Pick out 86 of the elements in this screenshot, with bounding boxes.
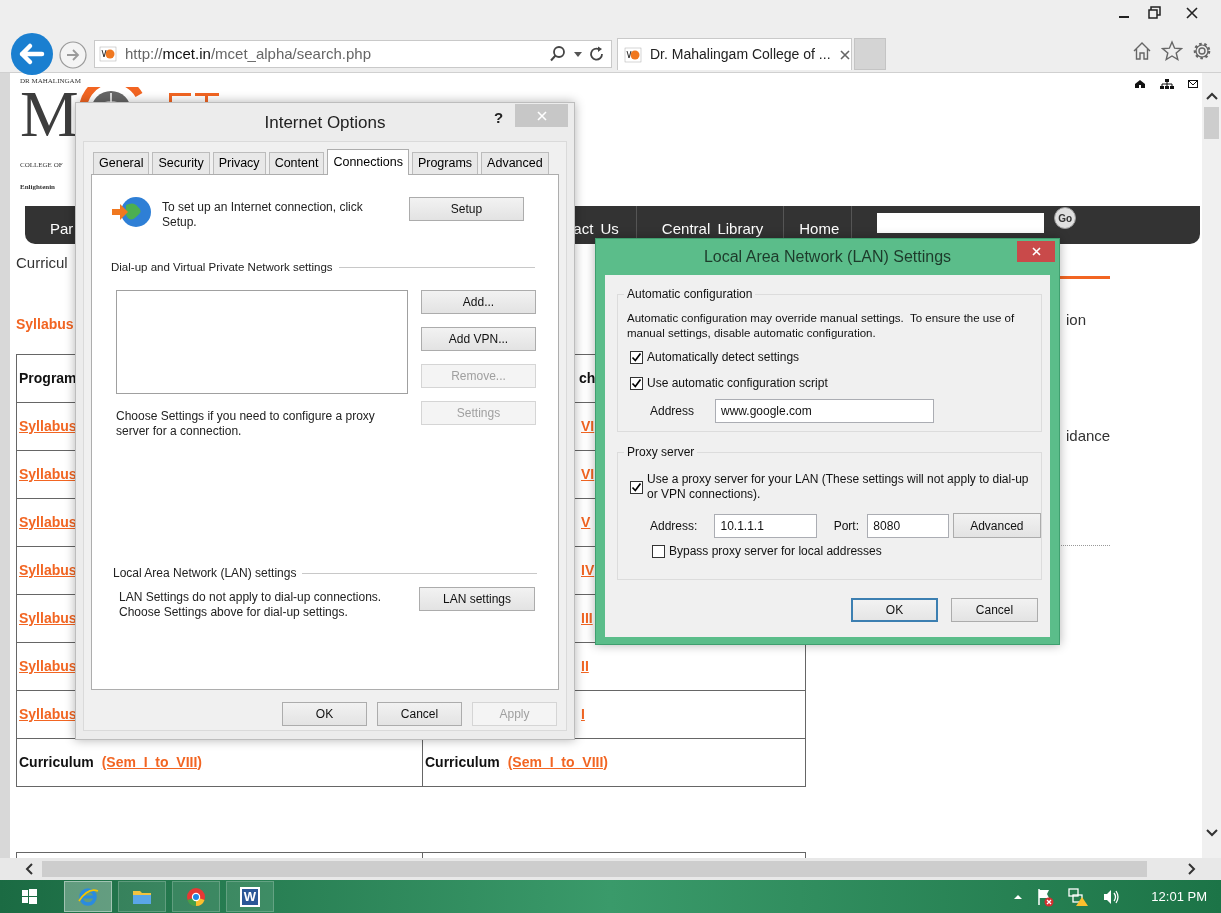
go-button[interactable]: Go: [1054, 207, 1077, 230]
horizontal-scrollbar[interactable]: [0, 858, 1221, 880]
sitemap-icon[interactable]: [1160, 79, 1174, 89]
back-button[interactable]: [10, 32, 54, 76]
section-heading: Dial-up and Virtual Private Network settings: [111, 260, 333, 275]
table-cell-text: Curriculum: [19, 753, 94, 772]
close-button[interactable]: [1017, 241, 1055, 262]
logo-letter: M: [20, 85, 79, 143]
refresh-icon[interactable]: [589, 45, 605, 63]
tab-title: Dr. Mahalingam College of ...: [650, 45, 831, 64]
checkbox[interactable]: [630, 377, 643, 390]
search-field[interactable]: [877, 213, 1045, 234]
taskbar-button[interactable]: [172, 881, 220, 912]
side-text: ion: [1066, 310, 1087, 327]
tab[interactable]: Security: [152, 152, 210, 174]
field-label: Address:: [650, 517, 699, 535]
dialup-button[interactable]: Add...: [421, 290, 536, 315]
scroll-thumb[interactable]: [42, 861, 1147, 877]
address-field[interactable]: www.google.com: [715, 399, 934, 423]
advanced-button[interactable]: Advanced: [952, 513, 1041, 538]
tab[interactable]: Content: [268, 152, 325, 174]
dialog-button[interactable]: OK: [282, 702, 367, 726]
section-heading: Local Area Network (LAN) settings: [113, 565, 297, 583]
home-icon[interactable]: [1134, 79, 1146, 89]
address-field[interactable]: 10.1.1.1: [714, 513, 817, 538]
star-icon[interactable]: [1161, 40, 1183, 62]
close-tab-icon[interactable]: [838, 48, 851, 61]
group-label: Proxy server: [624, 444, 698, 460]
tab[interactable]: Connections: [327, 149, 409, 175]
dialog-title: Internet Options: [264, 112, 386, 135]
dialog-button[interactable]: Cancel: [951, 598, 1038, 622]
checkbox[interactable]: [630, 351, 643, 364]
table-header: Program: [19, 369, 77, 388]
clock[interactable]: 12:01 PM: [1151, 886, 1207, 907]
checkbox-label: Use automatic configuration script: [647, 376, 828, 391]
scroll-thumb[interactable]: [1204, 107, 1219, 139]
tab[interactable]: Privacy: [212, 152, 266, 174]
scroll-down-icon[interactable]: [1204, 828, 1219, 838]
connection-list[interactable]: [116, 290, 408, 395]
dialog-button[interactable]: Cancel: [377, 702, 462, 726]
proxy-note: Choose Settings if you need to configure a proxy server for a connection.: [116, 409, 376, 440]
word-icon: W: [240, 886, 260, 907]
scroll-right-icon[interactable]: [1187, 862, 1197, 876]
group-label: Automatic configuration: [624, 286, 756, 302]
search-icon[interactable]: [549, 45, 567, 63]
side-text: idance: [1066, 426, 1111, 443]
checkbox-label: Use a proxy server for your LAN (These settings will not apply to dial-up or VPN connections).: [647, 472, 1030, 502]
setup-button[interactable]: Setup: [409, 197, 524, 221]
scroll-up-icon[interactable]: [1204, 91, 1219, 101]
scroll-left-icon[interactable]: [24, 862, 34, 876]
port-field[interactable]: 8080: [867, 513, 949, 538]
lan-settings-button[interactable]: LAN settings: [419, 587, 535, 612]
lan-note: LAN Settings do not apply to dial-up connections. Choose Settings above for dial-up settings.: [119, 590, 383, 621]
forward-button[interactable]: [58, 40, 88, 70]
settings-icon[interactable]: [1191, 40, 1213, 62]
network-warning-icon[interactable]: [1067, 886, 1090, 907]
setup-text: To set up an Internet connection, click Setup.: [162, 200, 364, 230]
tab[interactable]: Programs: [411, 152, 479, 174]
checkbox-label: Bypass proxy server for local addresses: [669, 544, 882, 559]
table-cell-text: Curriculum: [425, 753, 500, 772]
tab[interactable]: Advanced: [481, 152, 549, 174]
taskbar-button[interactable]: [118, 881, 166, 912]
vertical-scrollbar[interactable]: [1202, 73, 1221, 858]
flag-alert-icon[interactable]: [1035, 886, 1056, 907]
section-heading: Curricul: [16, 253, 68, 272]
checkbox[interactable]: [652, 545, 665, 558]
close-icon: [1030, 246, 1042, 257]
taskbar-button[interactable]: W: [226, 881, 274, 912]
browser-tab[interactable]: Dr. Mahalingam College of ...: [617, 38, 852, 70]
checkbox-label: Automatically detect settings: [647, 350, 800, 365]
help-button[interactable]: ?: [494, 107, 504, 130]
site-icon: [99, 45, 117, 63]
dialog-button[interactable]: OK: [851, 598, 938, 622]
mail-icon[interactable]: [1188, 79, 1198, 89]
address-bar[interactable]: http://mcet.in/mcet_alpha/search.php: [94, 40, 612, 68]
config-note: Automatic configuration may override manual settings. To ensure the use of manual settings, disable automatic configuration.: [627, 311, 1016, 341]
dialog-title: Local Area Network (LAN) Settings: [703, 247, 952, 267]
url-text: http://mcet.in/mcet_alpha/search.php: [125, 43, 371, 64]
table-header: ch: [579, 369, 596, 388]
tab[interactable]: General: [93, 152, 150, 174]
dialup-button[interactable]: Add VPN...: [421, 327, 536, 352]
checkbox[interactable]: [630, 480, 643, 494]
close-icon: [535, 109, 548, 122]
field-label: Port:: [833, 517, 860, 535]
site-icon: [624, 45, 642, 64]
field-label: Address: [650, 403, 696, 420]
